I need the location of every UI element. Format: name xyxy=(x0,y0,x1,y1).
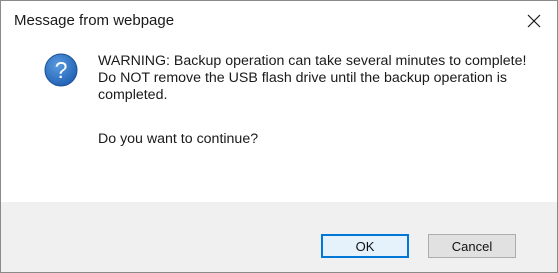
dialog-message: WARNING: Backup operation can take sever… xyxy=(98,53,538,104)
close-icon xyxy=(527,14,541,28)
cancel-button[interactable]: Cancel xyxy=(428,234,516,258)
svg-text:?: ? xyxy=(55,57,68,83)
warning-text: WARNING: Backup operation can take sever… xyxy=(98,53,527,103)
dialog-title: Message from webpage xyxy=(14,12,175,29)
message-dialog: Message from webpage ? WARNING: Backup o… xyxy=(0,0,558,273)
question-icon: ? xyxy=(44,53,78,87)
close-button[interactable] xyxy=(511,1,557,41)
dialog-footer: OK Cancel xyxy=(1,202,557,272)
ok-button[interactable]: OK xyxy=(321,234,409,258)
dialog-question: Do you want to continue? xyxy=(98,131,259,147)
dialog-titlebar[interactable]: Message from webpage xyxy=(1,1,557,41)
